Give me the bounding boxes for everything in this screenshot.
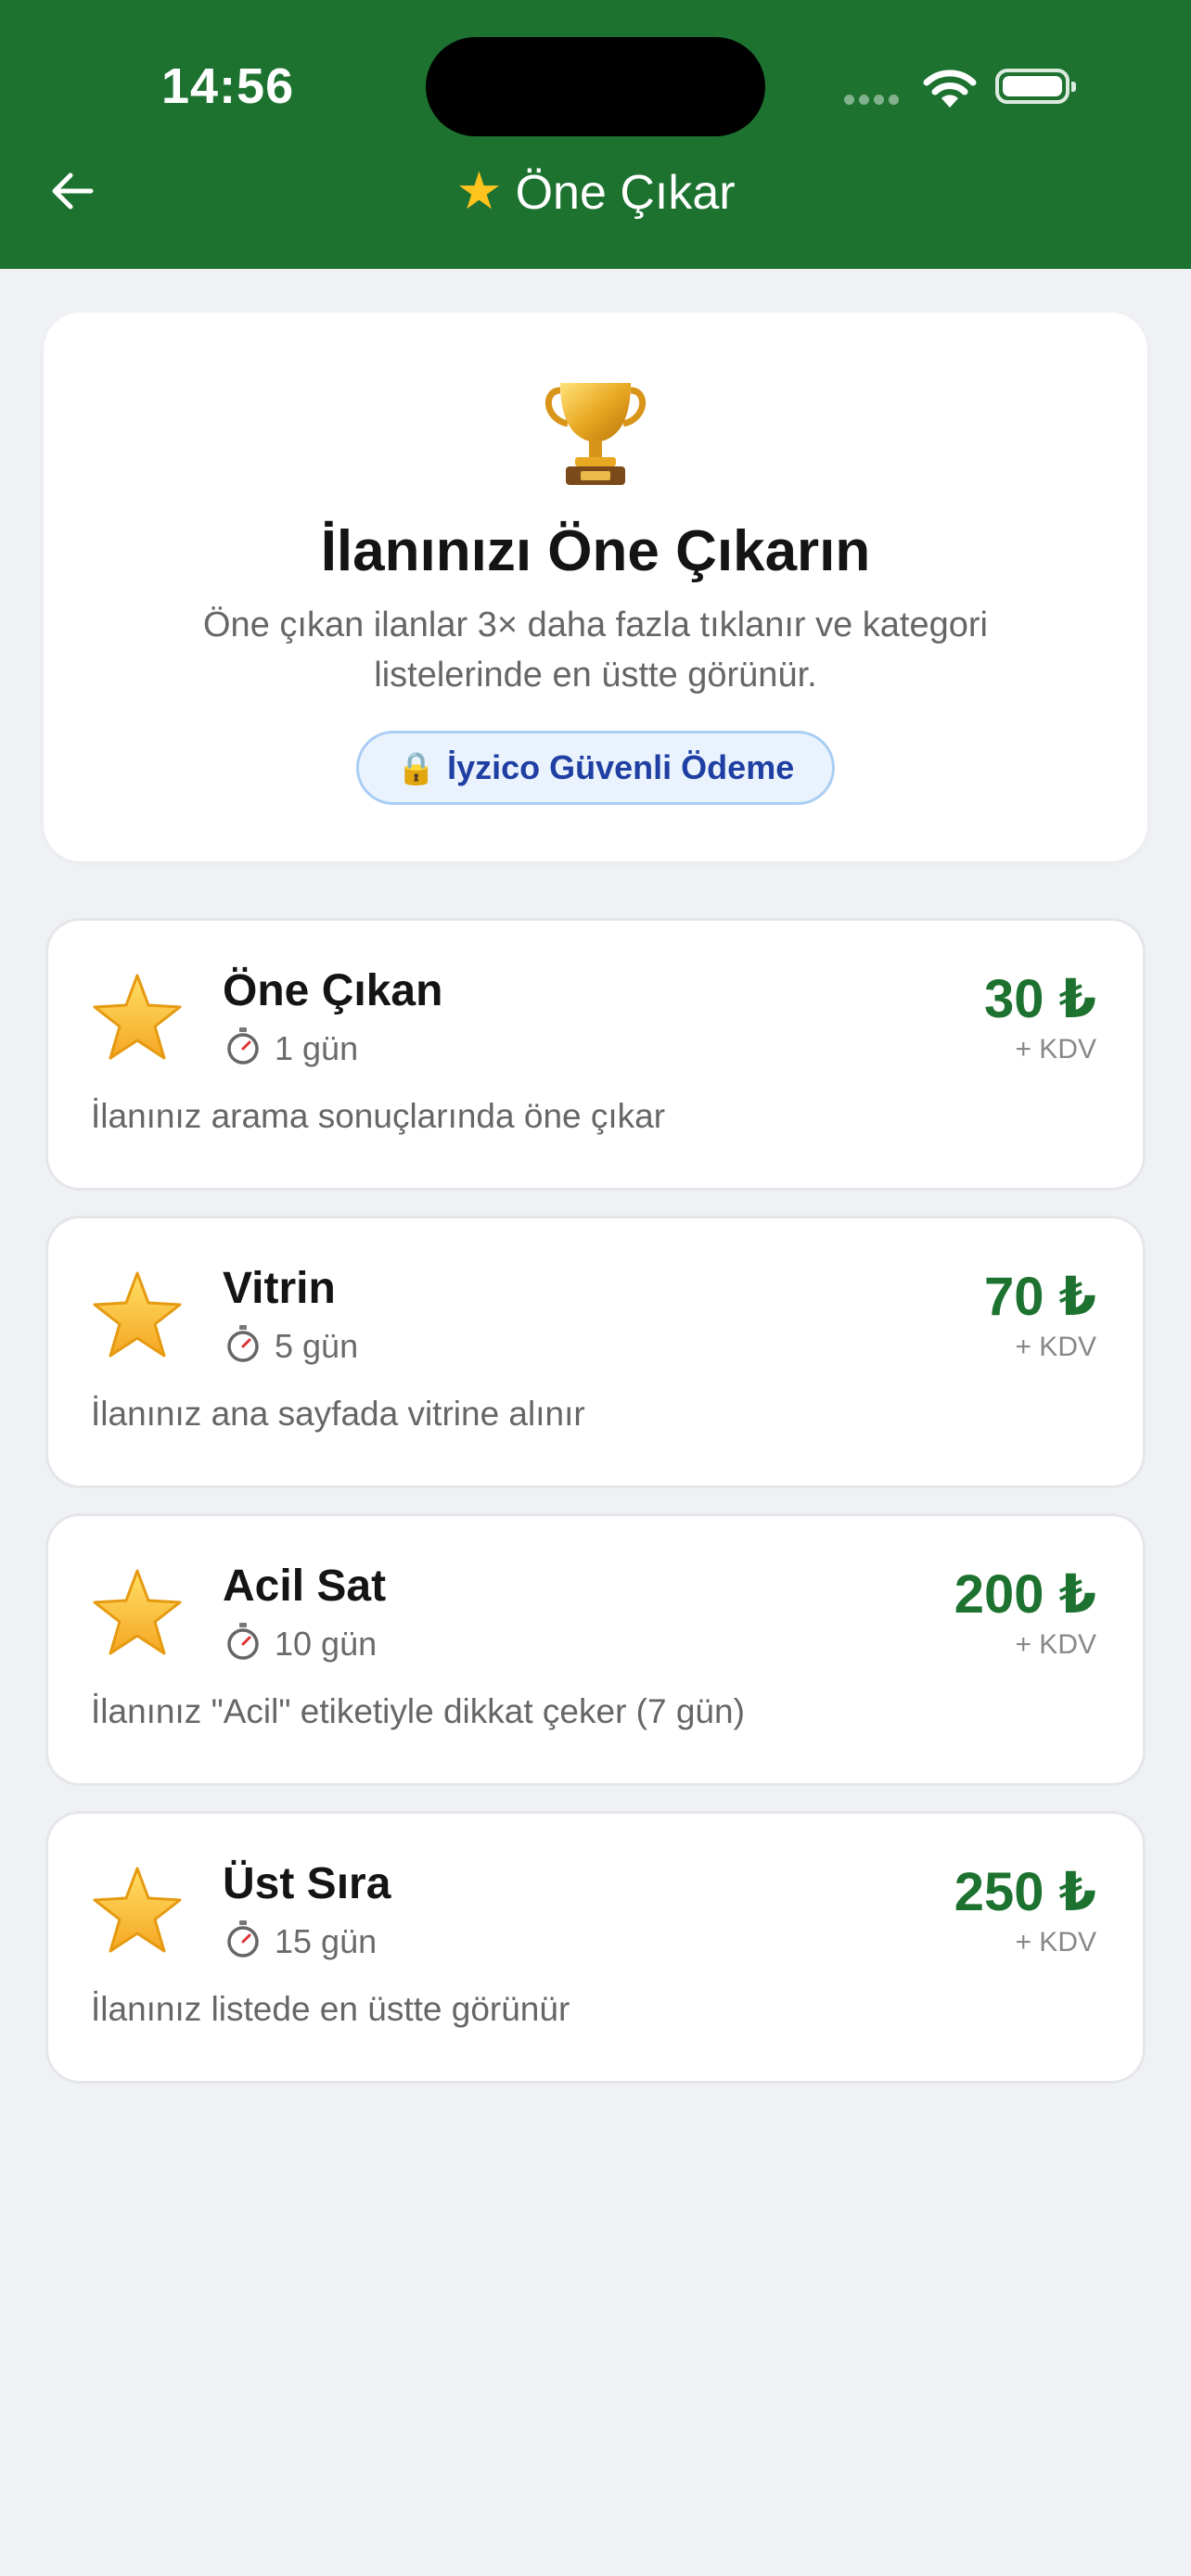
plan-description: İlanınız ana sayfada vitrine alınır	[91, 1395, 585, 1433]
plan-vat-note: + KDV	[1015, 1629, 1096, 1660]
wifi-icon	[923, 70, 977, 108]
plan-name: Vitrin	[223, 1264, 336, 1313]
plan-duration: 1 gün	[224, 1027, 358, 1069]
plan-card-ust-sira[interactable]: Üst Sıra 15 gün 250 ₺ + KDV İlanınız lis…	[48, 1814, 1143, 2081]
plan-price: 30 ₺	[984, 969, 1096, 1029]
dynamic-island	[426, 37, 765, 136]
secure-payment-label: İyzico Güvenli Ödeme	[447, 748, 795, 786]
plan-vat-note: + KDV	[1015, 1927, 1096, 1958]
trophy-icon	[544, 383, 647, 485]
plan-description: İlanınız arama sonuçlarında öne çıkar	[91, 1097, 666, 1135]
secure-payment-badge: 🔒 İyzico Güvenli Ödeme	[356, 731, 835, 805]
plan-duration: 15 gün	[224, 1919, 377, 1962]
lock-icon: 🔒	[396, 751, 437, 786]
stopwatch-icon	[227, 1623, 259, 1660]
plan-duration: 5 gün	[224, 1324, 358, 1367]
stopwatch-icon	[227, 1920, 259, 1958]
plan-duration-text: 1 gün	[275, 1029, 359, 1067]
plan-card-vitrin[interactable]: Vitrin 5 gün 70 ₺ + KDV İlanınız ana say…	[48, 1218, 1143, 1486]
plan-vat-note: + KDV	[1015, 1034, 1096, 1065]
plan-description: İlanınız listede en üstte görünür	[91, 1990, 570, 2028]
star-icon	[93, 1271, 182, 1358]
plan-duration-text: 5 gün	[275, 1327, 359, 1365]
plan-duration-text: 10 gün	[275, 1625, 378, 1663]
plan-card-acil-sat[interactable]: Acil Sat 10 gün 200 ₺ + KDV İlanınız "Ac…	[48, 1516, 1143, 1783]
promo-hero-card: İlanınızı Öne Çıkarın Öne çıkan ilanlar …	[44, 312, 1147, 861]
plan-description: İlanınız "Acil" etiketiyle dikkat çeker …	[91, 1692, 745, 1730]
stopwatch-icon	[227, 1027, 259, 1065]
plan-name: Üst Sıra	[223, 1859, 391, 1908]
plan-price: 70 ₺	[984, 1267, 1096, 1327]
star-icon	[93, 1867, 182, 1953]
plan-duration: 10 gün	[224, 1622, 377, 1664]
plan-vat-note: + KDV	[1015, 1332, 1096, 1362]
plan-name: Öne Çıkan	[223, 966, 443, 1015]
hero-title: İlanınızı Öne Çıkarın	[320, 519, 871, 583]
star-icon	[93, 974, 182, 1060]
star-icon	[93, 1569, 182, 1655]
status-bar-time: 14:56	[161, 58, 295, 114]
page-title: ★ Öne Çıkar	[0, 161, 1191, 223]
stopwatch-icon	[227, 1325, 259, 1362]
page-title-text: Öne Çıkar	[515, 166, 736, 220]
hero-description: Öne çıkan ilanlar 3× daha fazla tıklanır…	[203, 606, 988, 695]
plan-duration-text: 15 gün	[275, 1922, 378, 1960]
plan-price: 200 ₺	[954, 1564, 1096, 1625]
star-icon: ★	[455, 161, 503, 220]
cellular-signal-icon	[844, 93, 903, 109]
plan-card-one-cikan[interactable]: Öne Çıkan 1 gün 30 ₺ + KDV İlanınız aram…	[48, 921, 1143, 1188]
plan-name: Acil Sat	[223, 1562, 387, 1611]
app-header: 14:56 ★ Öne Çıkar	[0, 0, 1191, 269]
plan-price: 250 ₺	[954, 1862, 1096, 1922]
battery-icon	[995, 69, 1076, 104]
